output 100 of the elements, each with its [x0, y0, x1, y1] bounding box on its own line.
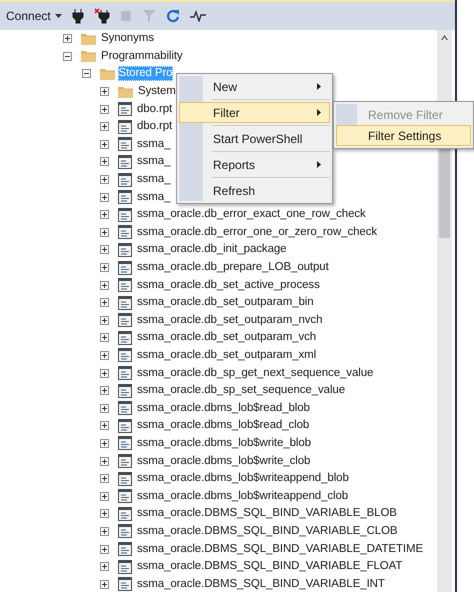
expand-icon[interactable]	[100, 316, 109, 325]
tree-node-label[interactable]: ssma_oracle.dbms_lob$write_blob	[137, 436, 311, 451]
tree-node-label[interactable]: Programmability	[101, 48, 183, 64]
expand-icon[interactable]	[100, 544, 109, 554]
connect-button[interactable]: Connect	[6, 9, 62, 23]
tree-node-label[interactable]: ssma_oracle.db_prepare_LOB_output	[137, 260, 329, 276]
collapse-icon[interactable]	[82, 69, 90, 78]
procedure-icon	[118, 401, 132, 416]
procedure-icon	[118, 560, 132, 574]
tree-node-label[interactable]: ssma_	[137, 154, 170, 170]
expand-icon[interactable]	[100, 404, 109, 413]
tree-node-label[interactable]: ssma_	[137, 172, 170, 188]
procedure-icon	[118, 172, 132, 187]
tree-node-label[interactable]: ssma_oracle.dbms_lob$writeappend_clob	[137, 488, 348, 504]
expand-icon[interactable]	[63, 34, 72, 44]
procedure-icon	[118, 154, 132, 169]
tree-node-label[interactable]: Synonyms	[101, 31, 154, 46]
tree-node-label[interactable]: System	[138, 84, 176, 100]
plug-cross-icon[interactable]	[94, 8, 110, 24]
procedure-icon	[118, 102, 132, 116]
tree-node-label[interactable]: dbo.rpt	[137, 119, 172, 134]
expand-icon[interactable]	[100, 263, 109, 272]
tree-node-label[interactable]: ssma_oracle.DBMS_SQL_BIND_VARIABLE_CLOB	[137, 524, 398, 539]
folder-icon	[118, 86, 133, 98]
expand-icon[interactable]	[100, 122, 109, 132]
scrollbar-thumb[interactable]	[439, 146, 450, 238]
expand-icon[interactable]	[100, 368, 109, 378]
tree-node-label[interactable]: ssma_oracle.db_set_outparam_nvch	[137, 312, 322, 328]
tree-node-label[interactable]: ssma_oracle.db_sp_set_sequence_value	[137, 383, 346, 398]
tree-node-label[interactable]: ssma_oracle.db_error_one_or_zero_row_check	[137, 224, 377, 240]
expand-icon[interactable]	[100, 492, 109, 501]
tree-node-label[interactable]: ssma_oracle.db_set_outparam_xml	[137, 348, 316, 363]
expand-icon[interactable]	[100, 192, 109, 202]
tree-node-label[interactable]: dbo.rpt	[137, 102, 172, 117]
expand-icon[interactable]	[100, 228, 109, 237]
procedure-icon	[118, 330, 132, 345]
folder-icon	[81, 50, 96, 62]
tree-node-label[interactable]: ssma_oracle.dbms_lob$read_blob	[137, 400, 310, 416]
expand-icon[interactable]	[100, 210, 109, 220]
tree-node-label[interactable]: ssma_oracle.db_sp_get_next_sequence_value	[137, 366, 374, 381]
folder-icon	[81, 32, 96, 45]
tree-node-label[interactable]: ssma_oracle.DBMS_SQL_BIND_VARIABLE_INT	[137, 576, 385, 592]
tree-node-label[interactable]: ssma_oracle.DBMS_SQL_BIND_VARIABLE_BLOB	[137, 506, 397, 522]
menu-item[interactable]: Filter Settings	[336, 125, 471, 146]
expand-icon[interactable]	[100, 526, 109, 536]
refresh-icon[interactable]	[166, 9, 180, 23]
tree-node-label[interactable]: ssma_oracle.DBMS_SQL_BIND_VARIABLE_FLOAT	[137, 559, 402, 574]
procedure-icon	[118, 208, 132, 222]
expand-icon[interactable]	[100, 104, 109, 114]
tree-node-label[interactable]: ssma_oracle.db_set_active_process	[137, 278, 320, 293]
procedure-icon	[118, 137, 132, 152]
expand-icon[interactable]	[100, 245, 109, 254]
expand-icon[interactable]	[100, 386, 109, 396]
expand-icon[interactable]	[100, 509, 109, 518]
folder-icon	[100, 68, 114, 80]
menu-item[interactable]: Filter	[179, 102, 330, 123]
tree-node-label[interactable]: ssma_	[137, 190, 170, 205]
menu-item[interactable]: Refresh	[179, 180, 330, 201]
tree-node-label[interactable]: ssma_oracle.db_init_package	[137, 242, 286, 258]
procedure-icon	[118, 506, 132, 521]
procedure-icon	[118, 260, 132, 275]
expand-icon[interactable]	[100, 421, 109, 430]
procedure-icon	[118, 366, 132, 380]
plug-icon[interactable]	[72, 8, 84, 24]
tree-node-label[interactable]: ssma_oracle.db_set_outparam_vch	[137, 330, 316, 346]
pulse-icon[interactable]	[190, 10, 206, 22]
expand-icon[interactable]	[100, 474, 109, 484]
procedure-icon	[118, 120, 132, 134]
expand-icon[interactable]	[100, 280, 109, 290]
expand-icon[interactable]	[100, 87, 109, 96]
expand-icon[interactable]	[100, 140, 109, 149]
tree-node-label[interactable]: ssma_oracle.db_error_exact_one_row_check	[137, 207, 366, 222]
expand-icon[interactable]	[100, 438, 109, 448]
expand-icon[interactable]	[100, 333, 109, 342]
tree-node-label[interactable]: ssma_oracle.dbms_lob$write_clob	[137, 454, 310, 469]
procedure-icon	[118, 542, 132, 556]
procedure-icon	[118, 454, 132, 468]
expand-icon[interactable]	[100, 298, 109, 308]
tree-node-label[interactable]: ssma_oracle.dbms_lob$read_clob	[137, 418, 310, 434]
tree-node-label[interactable]: ssma_oracle.dbms_lob$writeappend_blob	[137, 471, 349, 486]
procedure-icon	[118, 577, 132, 592]
procedure-icon	[118, 384, 132, 398]
tree-node-label[interactable]: ssma_oracle.DBMS_SQL_BIND_VARIABLE_DATETIME	[137, 542, 424, 557]
procedure-icon	[118, 472, 132, 486]
menu-item[interactable]: New	[179, 76, 330, 97]
scroll-up-icon[interactable]	[441, 35, 448, 40]
expand-icon[interactable]	[100, 562, 109, 572]
tree-node-label[interactable]: ssma_	[137, 136, 170, 152]
procedure-icon	[118, 242, 132, 257]
procedure-icon	[118, 524, 132, 538]
expand-icon[interactable]	[100, 456, 109, 466]
procedure-icon	[118, 313, 132, 328]
expand-icon[interactable]	[100, 350, 109, 360]
expand-icon[interactable]	[100, 580, 109, 589]
expand-icon[interactable]	[100, 175, 109, 184]
tree-node-label[interactable]: ssma_oracle.db_set_outparam_bin	[137, 295, 314, 310]
menu-item[interactable]: Start PowerShell	[179, 128, 330, 149]
collapse-icon[interactable]	[63, 52, 72, 61]
expand-icon[interactable]	[100, 157, 109, 166]
menu-item[interactable]: Reports	[179, 154, 330, 175]
